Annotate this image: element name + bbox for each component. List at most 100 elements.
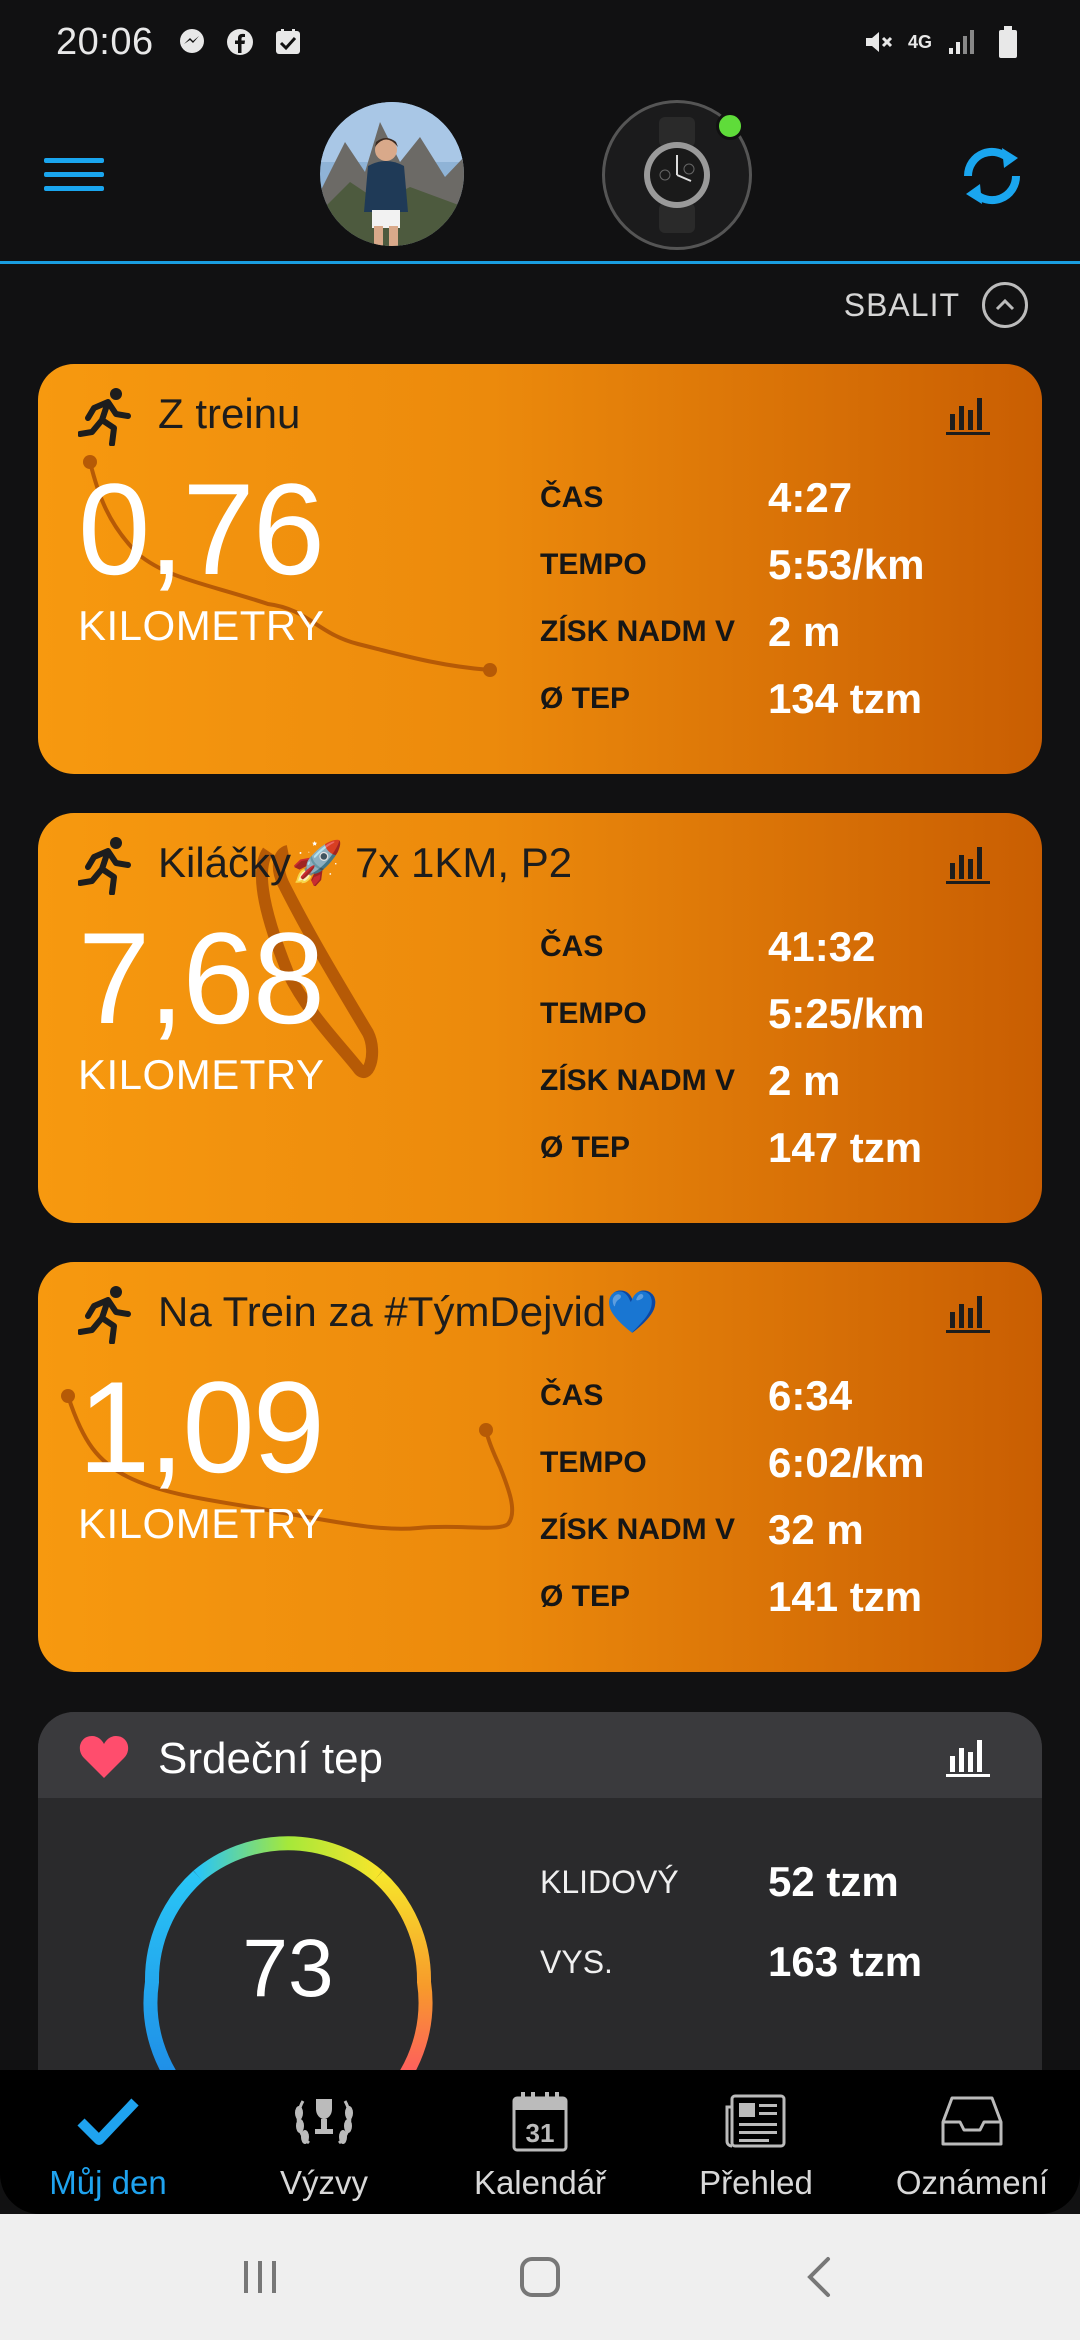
connection-status-dot [716,112,744,140]
nav-my-day[interactable]: Můj den [0,2070,216,2214]
calendar-icon: 31 [505,2088,575,2154]
distance-value: 0,76 [78,456,325,602]
stat-label: TEMPO [540,996,647,1030]
avatar[interactable] [320,102,464,246]
stat-label: Ø TEP [540,1579,631,1613]
nav-calendar[interactable]: 31 Kalendář [432,2070,648,2214]
activity-stats: ČAS 41:32 TEMPO 5:25/km ZÍSK NADM V 2 m Ø T… [540,913,1020,1181]
stat-label: ČAS [540,1378,604,1412]
task-check-icon [272,26,304,58]
stat-value: 32 m [768,1505,864,1553]
current-heart-rate: 73 [242,1923,334,2014]
stat-value: 5:25/km [768,989,925,1037]
stat-label: ZÍSK NADM V [540,1063,735,1097]
stat-row-resting: KLIDOVÝ 52 tzm [540,1842,922,1922]
distance-value: 1,09 [78,1354,325,1500]
status-bar: 20:06 4G [0,0,1080,84]
stat-row-high: VYS. 163 tzm [540,1922,922,2002]
heart-icon [78,1732,130,1780]
stat-value: 147 tzm [768,1123,923,1171]
stat-value: 163 tzm [768,1938,923,1985]
distance-unit: KILOMETRY [78,1051,325,1098]
nav-challenges[interactable]: Výzvy [216,2070,432,2214]
hamburger-menu-icon[interactable] [44,144,104,204]
back-icon[interactable] [790,2247,850,2307]
signal-icon [946,26,978,58]
stat-label: ZÍSK NADM V [540,614,735,648]
stat-label: ČAS [540,480,604,514]
stat-row-time: ČAS 6:34 [540,1362,1020,1429]
stat-value: 6:02/km [768,1438,925,1486]
mute-icon [862,26,894,58]
activity-stats: ČAS 6:34 TEMPO 6:02/km ZÍSK NADM V 32 m Ø T… [540,1362,1020,1630]
battery-icon [992,26,1024,58]
running-icon [77,386,134,447]
stat-row-heart-rate: Ø TEP 141 tzm [540,1563,1020,1630]
newsfeed-icon [721,2088,791,2154]
stat-value: 134 tzm [768,674,923,722]
facebook-icon [224,26,256,58]
stat-value: 6:34 [768,1371,853,1419]
status-time: 20:06 [56,20,154,63]
activity-title: Kiláčky🚀 7x 1KM, P2 [158,839,573,886]
nav-notifications[interactable]: Oznámení [864,2070,1080,2214]
stat-label: ZÍSK NADM V [540,1512,735,1546]
nav-label: Výzvy [279,2164,368,2201]
activity-card[interactable]: Na Trein za #TýmDejvid💙 1,09 KILOMETRY Č… [38,1262,1042,1672]
recent-apps-icon[interactable] [230,2247,290,2307]
messenger-icon [176,26,208,58]
stat-row-heart-rate: Ø TEP 134 tzm [540,665,1020,732]
stat-row-elevation: ZÍSK NADM V 32 m [540,1496,1020,1563]
heart-rate-card[interactable]: Srdeční tep 73 KLIDOVÝ 52 tzm VYS. 163 tzm [38,1712,1042,2132]
notification-icons [176,26,304,58]
nav-label: Kalendář [473,2164,607,2201]
stat-value: 2 m [768,607,841,655]
running-icon [77,1284,134,1345]
bar-chart-icon[interactable] [946,392,990,436]
stat-label: Ø TEP [540,1130,631,1164]
stat-value: 2 m [768,1056,841,1104]
stat-value: 4:27 [768,473,853,521]
stat-label: TEMPO [540,547,647,581]
inbox-icon [937,2088,1007,2154]
distance-unit: KILOMETRY [78,602,325,649]
collapse-label: SBALIT [843,286,960,323]
activity-card[interactable]: Z treinu 0,76 KILOMETRY ČAS 4:27 TEMPO 5:5… [38,364,1042,774]
activity-title: Z treinu [158,390,301,437]
stat-row-elevation: ZÍSK NADM V 2 m [540,598,1020,665]
stat-label: ČAS [540,929,604,963]
heart-rate-title: Srdeční tep [158,1734,384,1783]
collapse-toggle[interactable]: SBALIT [844,282,1028,328]
stat-row-pace: TEMPO 5:53/km [540,531,1020,598]
network-type: 4G [907,32,932,52]
bar-chart-icon[interactable] [946,1290,990,1334]
activity-stats: ČAS 4:27 TEMPO 5:53/km ZÍSK NADM V 2 m Ø TE… [540,464,1020,732]
stat-value: 41:32 [768,922,876,970]
chevron-up-icon [982,282,1028,328]
distance-value: 7,68 [78,905,325,1051]
heart-rate-stats: KLIDOVÝ 52 tzm VYS. 163 tzm [540,1842,922,2002]
distance-unit: KILOMETRY [78,1500,325,1547]
checkmark-icon [73,2088,143,2154]
bar-chart-icon[interactable] [946,1734,990,1778]
stat-row-time: ČAS 4:27 [540,464,1020,531]
activity-title: Na Trein za #TýmDejvid💙 [158,1288,659,1335]
stat-label: KLIDOVÝ [540,1863,679,1900]
nav-newsfeed[interactable]: Přehled [648,2070,864,2214]
stat-row-heart-rate: Ø TEP 147 tzm [540,1114,1020,1181]
activity-card[interactable]: Kiláčky🚀 7x 1KM, P2 7,68 KILOMETRY ČAS 41… [38,813,1042,1223]
stat-row-time: ČAS 41:32 [540,913,1020,980]
system-navigation-bar [0,2214,1080,2340]
stat-label: TEMPO [540,1445,647,1479]
stat-label: Ø TEP [540,681,631,715]
home-icon[interactable] [510,2247,570,2307]
system-status-icons: 4G [862,26,1024,58]
calendar-day: 31 [526,2118,555,2148]
sync-icon[interactable] [950,134,1034,218]
heart-rate-header: Srdeční tep [38,1712,1042,1798]
nav-label: Přehled [699,2164,813,2201]
stat-value: 52 tzm [768,1858,899,1905]
laurel-icon [289,2088,359,2154]
nav-label: Můj den [49,2164,167,2201]
bar-chart-icon[interactable] [946,841,990,885]
